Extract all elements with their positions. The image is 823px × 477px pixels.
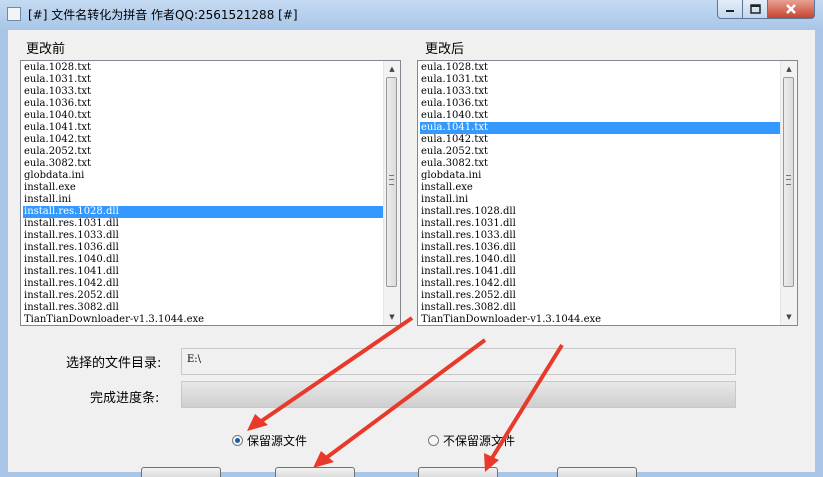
minimize-button[interactable]: [717, 0, 743, 19]
list-item[interactable]: install.res.1042.dll: [420, 278, 780, 290]
list-item[interactable]: install.res.1040.dll: [420, 254, 780, 266]
progress-label: 完成进度条:: [90, 391, 160, 406]
list-item[interactable]: eula.1036.txt: [23, 98, 383, 110]
list-item[interactable]: TianTianDownloader-v1.3.1044.exe: [23, 314, 383, 325]
scroll-down-arrow-icon[interactable]: ▼: [384, 309, 400, 325]
grip-icon: [786, 175, 791, 185]
before-list[interactable]: eula.1028.txt eula.1031.txt eula.1033.txt e…: [20, 60, 401, 326]
list-item[interactable]: eula.1041.txt: [420, 122, 780, 134]
after-label: 更改后: [425, 42, 465, 57]
list-item[interactable]: eula.1031.txt: [23, 74, 383, 86]
grip-icon: [389, 175, 394, 185]
before-list-items: eula.1028.txt eula.1031.txt eula.1033.txt e…: [23, 62, 383, 325]
window-title: [#] 文件名转化为拼音 作者QQ:2561521288 [#]: [28, 8, 298, 22]
bottom-button-2[interactable]: [275, 467, 355, 477]
keep-source-label: 保留源文件: [247, 434, 308, 448]
list-item[interactable]: install.res.1031.dll: [420, 218, 780, 230]
list-item[interactable]: install.res.1033.dll: [23, 230, 383, 242]
list-item[interactable]: eula.1028.txt: [420, 62, 780, 74]
list-item[interactable]: install.res.1031.dll: [23, 218, 383, 230]
list-item[interactable]: eula.1042.txt: [23, 134, 383, 146]
client-area: 更改前 更改后 eula.1028.txt eula.1031.txt eula.1…: [8, 30, 815, 477]
bottom-button-3[interactable]: [418, 467, 498, 477]
list-item[interactable]: install.ini: [23, 194, 383, 206]
keep-source-radio[interactable]: 保留源文件: [232, 432, 307, 449]
after-scrollbar[interactable]: ▲ ▼: [780, 61, 797, 325]
minimize-icon: [726, 10, 734, 12]
list-item[interactable]: install.exe: [420, 182, 780, 194]
list-item[interactable]: eula.1040.txt: [23, 110, 383, 122]
after-list-items: eula.1028.txt eula.1031.txt eula.1033.txt e…: [420, 62, 780, 325]
list-item[interactable]: eula.1033.txt: [23, 86, 383, 98]
list-item[interactable]: install.exe: [23, 182, 383, 194]
list-item[interactable]: install.res.1033.dll: [420, 230, 780, 242]
list-item[interactable]: eula.1042.txt: [420, 134, 780, 146]
close-button[interactable]: [767, 0, 815, 19]
list-item[interactable]: install.ini: [420, 194, 780, 206]
list-item[interactable]: install.res.1041.dll: [420, 266, 780, 278]
maximize-icon: [749, 4, 761, 14]
scroll-up-arrow-icon[interactable]: ▲: [384, 61, 400, 77]
list-item[interactable]: eula.2052.txt: [23, 146, 383, 158]
close-icon: [786, 3, 796, 14]
list-item[interactable]: eula.3082.txt: [23, 158, 383, 170]
list-item[interactable]: install.res.1036.dll: [23, 242, 383, 254]
list-item[interactable]: install.res.3082.dll: [23, 302, 383, 314]
directory-label: 选择的文件目录:: [66, 356, 162, 371]
list-item[interactable]: install.res.1028.dll: [420, 206, 780, 218]
list-item[interactable]: globdata.ini: [420, 170, 780, 182]
scroll-up-arrow-icon[interactable]: ▲: [781, 61, 797, 77]
directory-field[interactable]: E:\: [181, 348, 736, 375]
list-item[interactable]: eula.1041.txt: [23, 122, 383, 134]
bottom-button-4[interactable]: [557, 467, 637, 477]
list-item[interactable]: install.res.1042.dll: [23, 278, 383, 290]
scroll-thumb[interactable]: [386, 77, 397, 287]
list-item[interactable]: install.res.1028.dll: [23, 206, 383, 218]
bottom-button-1[interactable]: [141, 467, 221, 477]
no-keep-source-radio[interactable]: 不保留源文件: [428, 432, 515, 449]
list-item[interactable]: eula.1040.txt: [420, 110, 780, 122]
list-item[interactable]: TianTianDownloader-v1.3.1044.exe: [420, 314, 780, 325]
list-item[interactable]: install.res.1040.dll: [23, 254, 383, 266]
before-scrollbar[interactable]: ▲ ▼: [383, 61, 400, 325]
list-item[interactable]: eula.3082.txt: [420, 158, 780, 170]
list-item[interactable]: eula.1031.txt: [420, 74, 780, 86]
list-item[interactable]: install.res.1036.dll: [420, 242, 780, 254]
list-item[interactable]: install.res.2052.dll: [23, 290, 383, 302]
list-item[interactable]: eula.1036.txt: [420, 98, 780, 110]
list-item[interactable]: install.res.3082.dll: [420, 302, 780, 314]
list-item[interactable]: install.res.2052.dll: [420, 290, 780, 302]
scroll-thumb[interactable]: [783, 77, 794, 287]
radio-unchecked-icon: [428, 435, 439, 446]
scroll-down-arrow-icon[interactable]: ▼: [781, 309, 797, 325]
list-item[interactable]: eula.1033.txt: [420, 86, 780, 98]
app-icon[interactable]: [7, 7, 21, 21]
list-item[interactable]: install.res.1041.dll: [23, 266, 383, 278]
no-keep-source-label: 不保留源文件: [443, 434, 516, 448]
radio-checked-icon: [232, 435, 243, 446]
list-item[interactable]: globdata.ini: [23, 170, 383, 182]
maximize-button[interactable]: [742, 0, 768, 19]
before-label: 更改前: [26, 42, 66, 57]
list-item[interactable]: eula.2052.txt: [420, 146, 780, 158]
after-list[interactable]: eula.1028.txt eula.1031.txt eula.1033.txt e…: [417, 60, 798, 326]
list-item[interactable]: eula.1028.txt: [23, 62, 383, 74]
progress-bar: [181, 381, 736, 408]
title-bar: [#] 文件名转化为拼音 作者QQ:2561521288 [#]: [0, 0, 823, 30]
